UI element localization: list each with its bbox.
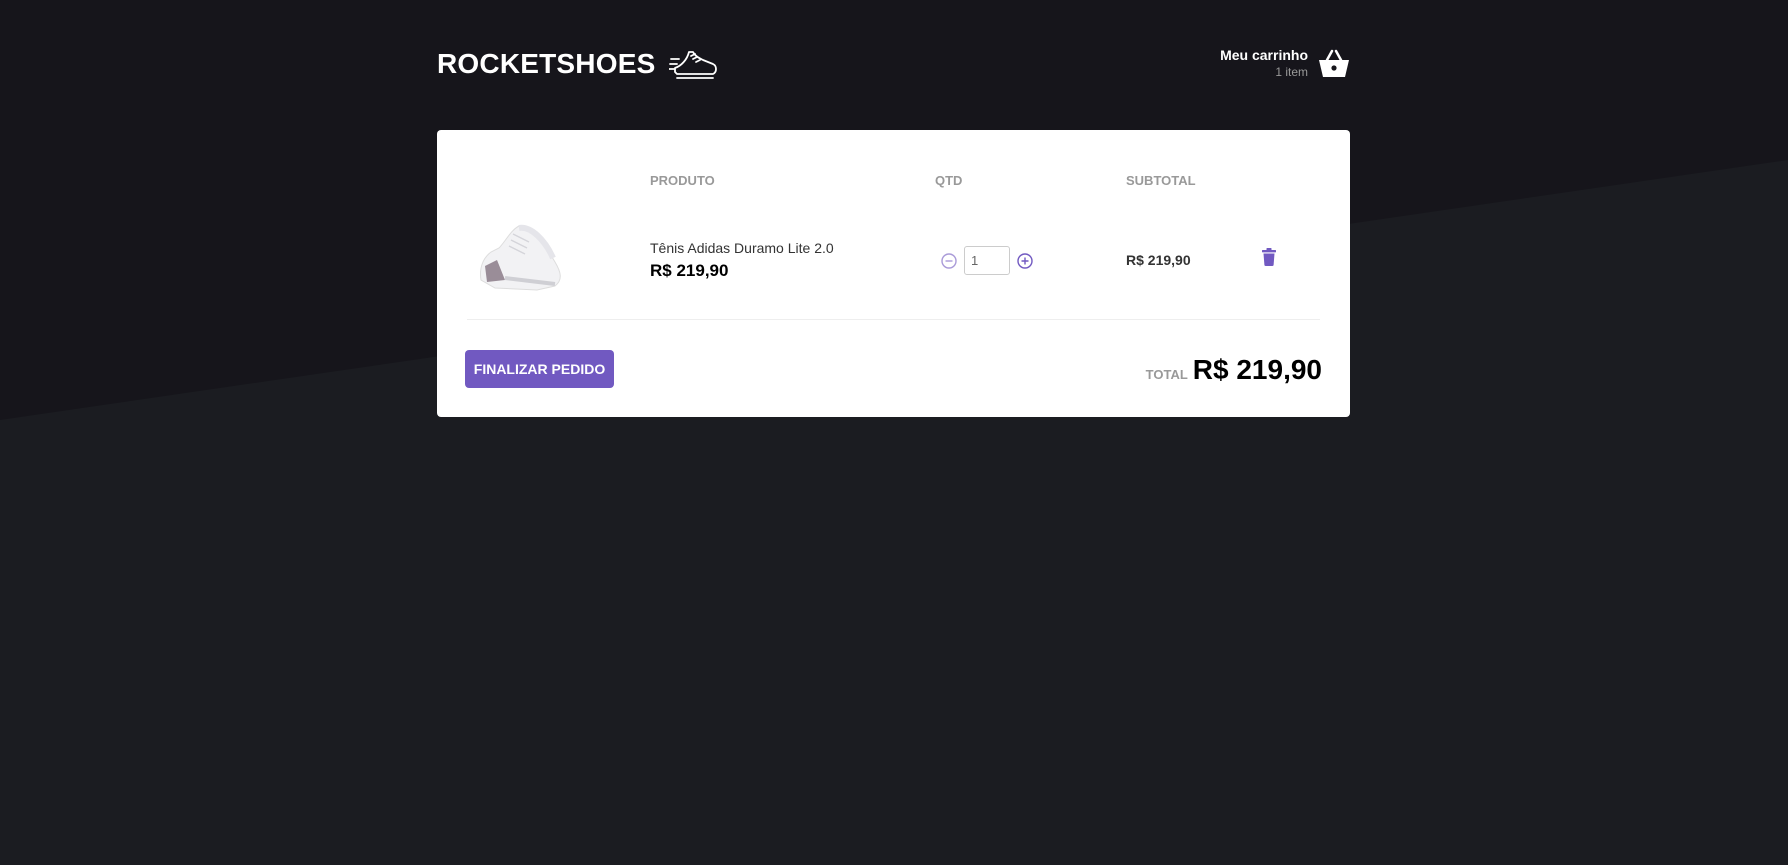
header: ROCKETSHOES Meu carrinho 1 item	[437, 0, 1350, 130]
cart-link[interactable]: Meu carrinho 1 item	[1220, 47, 1350, 79]
shopping-basket-icon	[1319, 49, 1349, 77]
cart-text: Meu carrinho 1 item	[1220, 47, 1308, 79]
sneaker-logo-icon	[669, 51, 718, 79]
main-container: ROCKETSHOES Meu carrinho 1 item PRODUTO …	[437, 0, 1350, 417]
logo[interactable]: ROCKETSHOES	[437, 44, 719, 84]
quantity-input[interactable]	[964, 246, 1010, 275]
cart-count: 1 item	[1275, 65, 1308, 79]
sneaker-image	[480, 224, 561, 291]
product-name: Tênis Adidas Duramo Lite 2.0	[650, 240, 834, 256]
increment-button[interactable]	[1016, 252, 1034, 270]
column-header-product: PRODUTO	[650, 173, 715, 188]
plus-circle-icon	[1017, 252, 1033, 269]
decrement-button[interactable]	[940, 252, 958, 270]
cart-panel: PRODUTO QTD SUBTOTAL Tênis Adidas Duramo…	[437, 130, 1350, 417]
minus-circle-icon	[941, 252, 957, 269]
row-divider	[467, 319, 1320, 320]
quantity-stepper	[940, 246, 1034, 275]
logo-text: ROCKETSHOES	[437, 48, 656, 79]
cart-title: Meu carrinho	[1220, 47, 1308, 63]
product-price: R$ 219,90	[650, 261, 729, 280]
total: TOTAL R$ 219,90	[1146, 354, 1322, 386]
row-subtotal: R$ 219,90	[1126, 252, 1191, 268]
total-label: TOTAL	[1145, 367, 1188, 382]
finalize-order-button[interactable]: FINALIZAR PEDIDO	[465, 350, 614, 388]
total-value: R$ 219,90	[1192, 354, 1322, 385]
trash-icon[interactable]	[1261, 248, 1277, 266]
column-header-qty: QTD	[935, 173, 963, 188]
column-header-subtotal: SUBTOTAL	[1126, 173, 1196, 188]
